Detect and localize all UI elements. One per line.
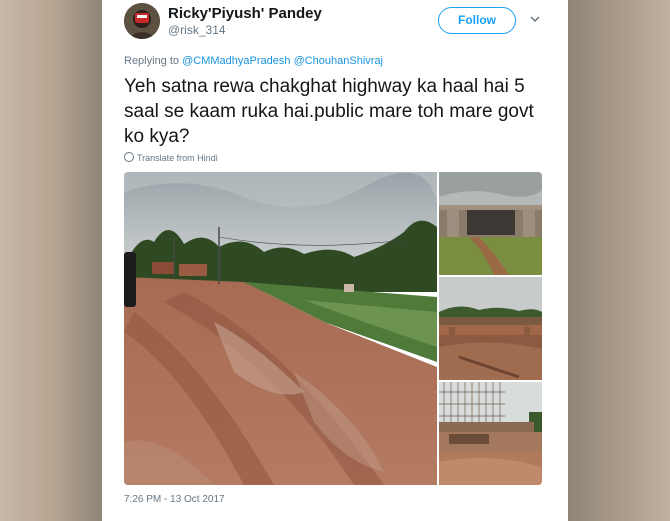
translate-link[interactable]: Translate from Hindi	[124, 152, 218, 163]
reply-context: Replying to @CMMadhyaPradesh @ChouhanShi…	[124, 55, 383, 67]
tweet-card: Ricky'Piyush' Pandey @risk_314 Follow Re…	[102, 0, 568, 521]
display-name[interactable]: Ricky'Piyush' Pandey	[168, 5, 322, 22]
avatar[interactable]	[124, 3, 160, 39]
tweet-photo-3[interactable]	[439, 277, 542, 380]
tweet-photo-2[interactable]	[439, 172, 542, 275]
reply-prefix: Replying to	[124, 55, 180, 67]
chevron-down-icon[interactable]	[529, 13, 541, 25]
mention-link[interactable]: @ChouhanShivraj	[294, 55, 383, 67]
follow-button[interactable]: Follow	[438, 7, 516, 34]
globe-icon	[124, 152, 134, 162]
translate-label: Translate from Hindi	[137, 153, 218, 163]
tweet-timestamp[interactable]: 7:26 PM - 13 Oct 2017	[124, 494, 225, 505]
tweet-photo-main[interactable]	[124, 172, 437, 485]
tweet-photo-4[interactable]	[439, 382, 542, 485]
mention-link[interactable]: @CMMadhyaPradesh	[182, 55, 290, 67]
tweet-text: Yeh satna rewa chakghat highway ka haal …	[124, 76, 534, 147]
user-handle[interactable]: @risk_314	[168, 23, 226, 37]
